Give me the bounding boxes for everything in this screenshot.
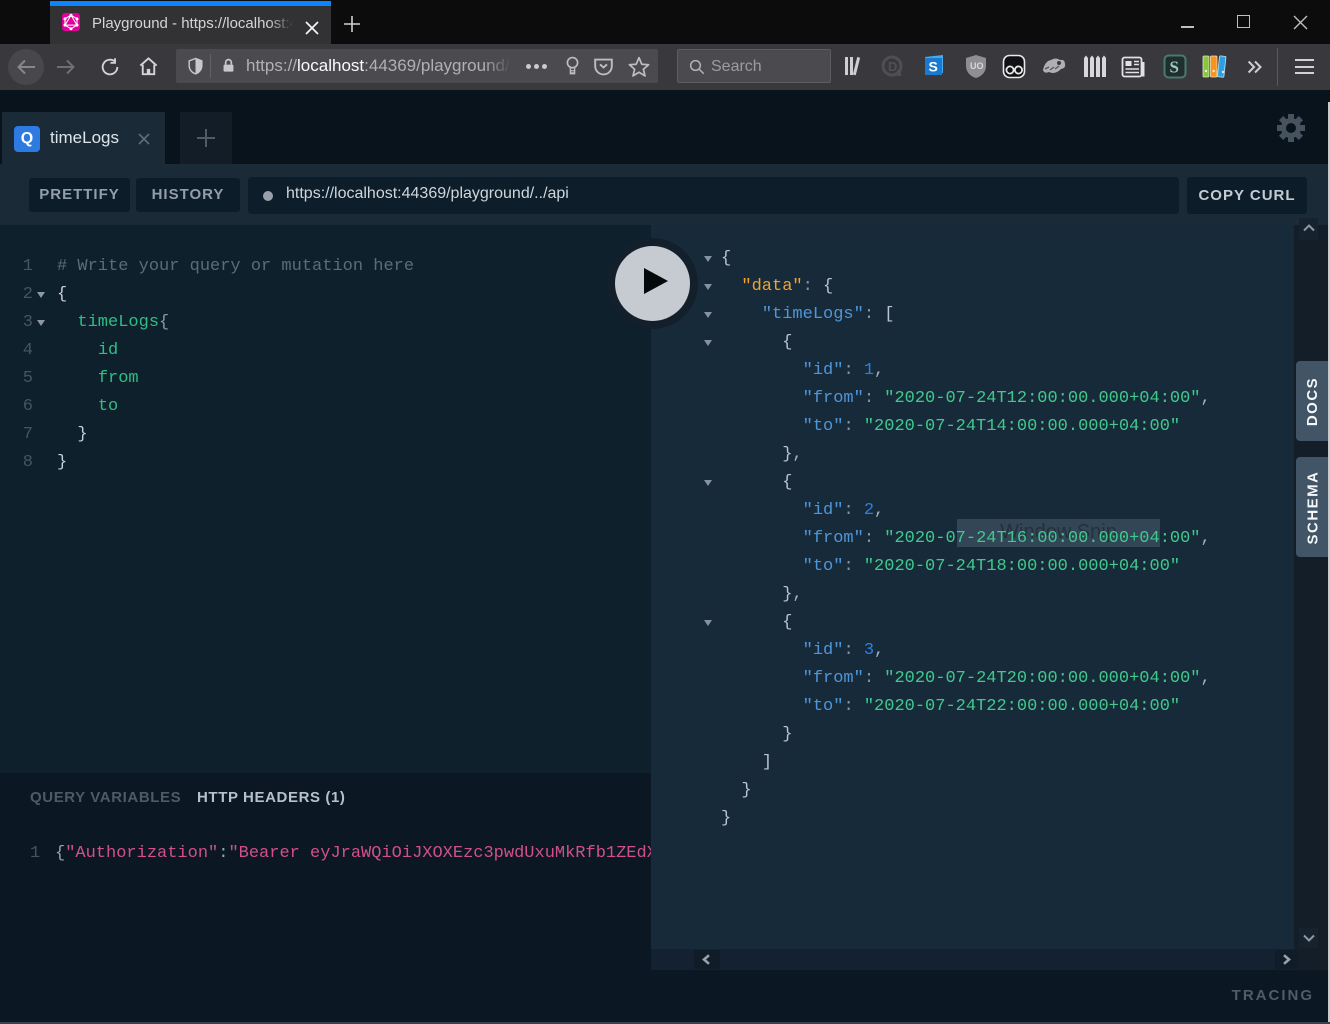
svg-text:D: D	[888, 59, 897, 74]
svg-text:S: S	[929, 59, 938, 75]
svg-text:UO: UO	[970, 61, 984, 71]
svg-text:S: S	[1170, 58, 1179, 77]
